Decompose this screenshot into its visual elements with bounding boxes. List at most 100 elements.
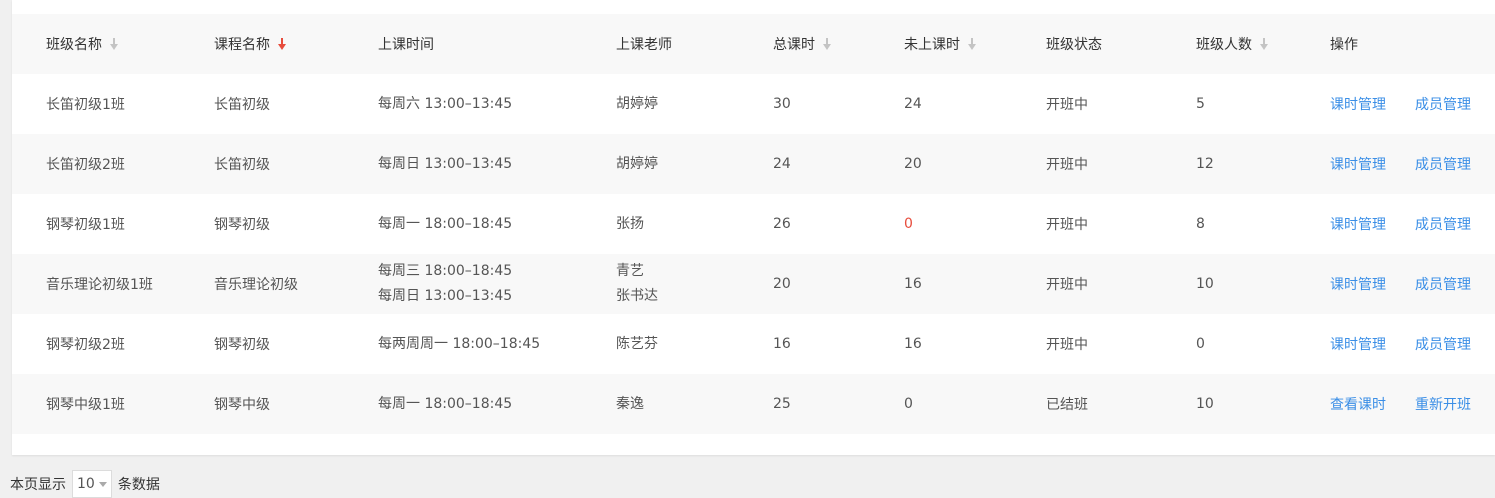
student-count-cell: 10 — [1196, 396, 1214, 412]
course-name-cell: 音乐理论初级 — [214, 277, 298, 293]
course-name-cell: 长笛初级 — [214, 97, 270, 113]
course-name-cell: 长笛初级 — [214, 157, 270, 173]
arrow-down-icon[interactable] — [1260, 38, 1268, 50]
table-row: 钢琴中级1班 钢琴中级 每周一 18:00–18:45 秦逸 25 0 已结班 10 查看课时重… — [12, 374, 1495, 434]
teacher-cell: 胡婷婷 — [616, 95, 658, 112]
class-status-cell: 开班中 — [1046, 97, 1088, 113]
class-status-cell: 已结班 — [1046, 397, 1088, 413]
schedule-cell: 每周六 13:00–13:45 — [378, 95, 513, 112]
course-name-cell: 钢琴初级 — [214, 337, 270, 353]
page-size-suffix: 条数据 — [117, 477, 160, 493]
table-header-row: 班级名称 课程名称 上课时间 上课老师 总课时 未上课时 班级状态 班级人数 操作 — [12, 14, 1495, 74]
teacher-cell: 秦逸 — [616, 395, 644, 412]
table-row: 钢琴初级1班 钢琴初级 每周一 18:00–18:45 张扬 26 0 开班中 8 课时管理 成员… — [12, 194, 1495, 254]
total-hours-cell: 26 — [773, 216, 791, 232]
member-action-link[interactable]: 成员管理 — [1415, 334, 1471, 354]
column-header-content: 上课老师 — [616, 34, 672, 54]
member-action-link[interactable]: 成员管理 — [1415, 274, 1471, 294]
schedule-cell: 每周日 13:00–13:45 — [378, 155, 513, 172]
student-count-cell: 10 — [1196, 276, 1214, 292]
arrow-down-icon[interactable] — [110, 38, 118, 50]
row-actions: 查看课时 重新开班 — [1330, 394, 1495, 414]
lesson-action-link[interactable]: 查看课时 — [1330, 394, 1415, 414]
remaining-hours-cell: 20 — [904, 156, 922, 172]
column-header-content: 班级名称 — [46, 34, 118, 54]
class-name-cell: 钢琴初级1班 — [46, 217, 125, 233]
table-body: 长笛初级1班 长笛初级 每周六 13:00–13:45 胡婷婷 30 24 开班中 5 课时管理… — [12, 74, 1495, 434]
member-action-link[interactable]: 成员管理 — [1415, 214, 1471, 234]
arrow-down-icon[interactable] — [278, 38, 286, 50]
student-count-cell: 0 — [1196, 336, 1205, 352]
column-header-content: 未上课时 — [904, 34, 976, 54]
class-table-card: 班级名称 课程名称 上课时间 上课老师 总课时 未上课时 班级状态 班级人数 操作 长笛初级1班… — [12, 0, 1495, 455]
remaining-hours-cell: 16 — [904, 336, 922, 352]
remaining-hours-cell: 24 — [904, 96, 922, 112]
member-action-link[interactable]: 成员管理 — [1415, 154, 1471, 174]
column-header[interactable]: 总课时 — [773, 14, 904, 74]
schedule-cell: 每周日 13:00–13:45 — [378, 288, 513, 304]
lesson-action-link[interactable]: 课时管理 — [1330, 214, 1415, 234]
arrow-down-icon[interactable] — [968, 38, 976, 50]
table-row: 音乐理论初级1班 音乐理论初级 每周三 18:00–18:45 每周日 13:00–1… — [12, 254, 1495, 314]
teacher-cell: 张书达 — [616, 288, 658, 304]
row-actions: 课时管理 成员管理 — [1330, 154, 1495, 174]
student-count-cell: 8 — [1196, 216, 1205, 232]
class-table: 班级名称 课程名称 上课时间 上课老师 总课时 未上课时 班级状态 班级人数 操作 长笛初级1班… — [12, 14, 1495, 434]
class-name-cell: 长笛初级1班 — [46, 97, 125, 113]
column-header-content: 总课时 — [773, 34, 831, 54]
class-name-cell: 长笛初级2班 — [46, 157, 125, 173]
remaining-hours-cell: 16 — [904, 276, 922, 292]
column-header[interactable]: 班级名称 — [46, 14, 214, 74]
member-action-link[interactable]: 成员管理 — [1415, 94, 1471, 114]
column-header-content: 班级人数 — [1196, 34, 1268, 54]
table-row: 长笛初级1班 长笛初级 每周六 13:00–13:45 胡婷婷 30 24 开班中 5 课时管理… — [12, 74, 1495, 134]
schedule-cell: 每两周周一 18:00–18:45 — [378, 335, 541, 352]
column-header: 上课时间 — [378, 14, 616, 74]
column-header[interactable]: 班级人数 — [1196, 14, 1330, 74]
total-hours-cell: 20 — [773, 276, 791, 292]
teacher-cell: 胡婷婷 — [616, 155, 658, 172]
column-header-label: 上课时间 — [378, 37, 434, 53]
class-status-cell: 开班中 — [1046, 277, 1088, 293]
column-header: 上课老师 — [616, 14, 773, 74]
remaining-hours-cell: 0 — [904, 396, 913, 412]
column-header-content: 课程名称 — [214, 34, 286, 54]
member-action-link[interactable]: 重新开班 — [1415, 394, 1471, 414]
total-hours-cell: 16 — [773, 336, 791, 352]
remaining-hours-cell: 0 — [904, 216, 913, 232]
row-actions: 课时管理 成员管理 — [1330, 274, 1495, 294]
lesson-action-link[interactable]: 课时管理 — [1330, 334, 1415, 354]
arrow-down-icon[interactable] — [823, 38, 831, 50]
class-name-cell: 钢琴初级2班 — [46, 337, 125, 353]
class-name-cell: 音乐理论初级1班 — [46, 277, 153, 293]
column-header-content: 操作 — [1330, 34, 1358, 54]
page-size-prefix: 本页显示 — [10, 477, 66, 493]
student-count-cell: 5 — [1196, 96, 1205, 112]
lesson-action-link[interactable]: 课时管理 — [1330, 274, 1415, 294]
lesson-action-link[interactable]: 课时管理 — [1330, 94, 1415, 114]
total-hours-cell: 24 — [773, 156, 791, 172]
column-header[interactable]: 未上课时 — [904, 14, 1046, 74]
column-header-label: 课程名称 — [214, 37, 270, 53]
caret-down-icon — [98, 481, 107, 487]
total-hours-cell: 25 — [773, 396, 791, 412]
course-name-cell: 钢琴初级 — [214, 217, 270, 233]
column-header-label: 总课时 — [773, 37, 815, 53]
column-header-label: 班级状态 — [1046, 37, 1102, 53]
column-header-label: 班级人数 — [1196, 37, 1252, 53]
teacher-cell: 陈艺芬 — [616, 335, 658, 352]
column-header: 操作 — [1330, 14, 1495, 74]
lesson-action-link[interactable]: 课时管理 — [1330, 154, 1415, 174]
column-header-label: 上课老师 — [616, 37, 672, 53]
column-header[interactable]: 课程名称 — [214, 14, 378, 74]
column-header-label: 未上课时 — [904, 37, 960, 53]
pagination-bar: 本页显示 10 条数据 — [10, 470, 160, 498]
page-size-select[interactable]: 10 — [72, 470, 112, 498]
schedule-cell: 每周三 18:00–18:45 — [378, 263, 513, 279]
row-actions: 课时管理 成员管理 — [1330, 214, 1495, 234]
schedule-cell: 每周一 18:00–18:45 — [378, 215, 513, 232]
column-header-content: 上课时间 — [378, 34, 434, 54]
schedule-cell: 每周一 18:00–18:45 — [378, 395, 513, 412]
column-header-label: 操作 — [1330, 37, 1358, 53]
teacher-cell: 张扬 — [616, 215, 644, 232]
